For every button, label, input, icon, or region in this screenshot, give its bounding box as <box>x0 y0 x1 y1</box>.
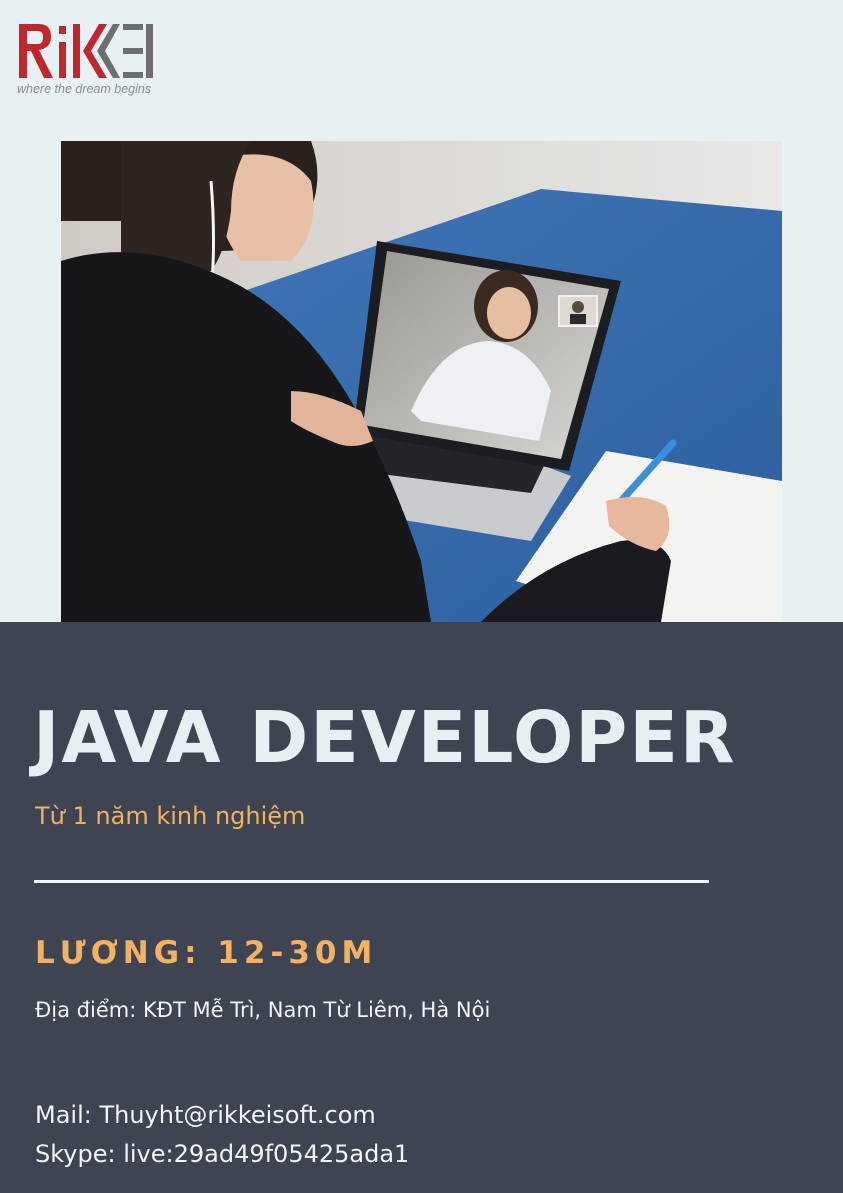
video-call-photo-icon <box>61 141 782 622</box>
contact-mail[interactable]: Mail: Thuyht@rikkeisoft.com <box>35 1101 376 1129</box>
hero-photo <box>61 141 782 622</box>
logo-tagline: where the dream begins <box>17 82 152 96</box>
divider <box>34 880 709 883</box>
job-info-panel: JAVA DEVELOPER Từ 1 năm kinh nghiệm LƯƠN… <box>0 622 843 1193</box>
rikkei-logo-mark <box>19 24 153 78</box>
salary-range: LƯƠNG: 12-30M <box>35 935 378 971</box>
experience-requirement: Từ 1 năm kinh nghiệm <box>35 802 306 830</box>
company-logo: where the dream begins <box>17 20 157 100</box>
job-location: Địa điểm: KĐT Mễ Trì, Nam Từ Liêm, Hà Nộ… <box>35 998 491 1022</box>
contact-skype[interactable]: Skype: live:29ad49f05425ada1 <box>35 1140 409 1168</box>
job-title: JAVA DEVELOPER <box>33 696 737 779</box>
